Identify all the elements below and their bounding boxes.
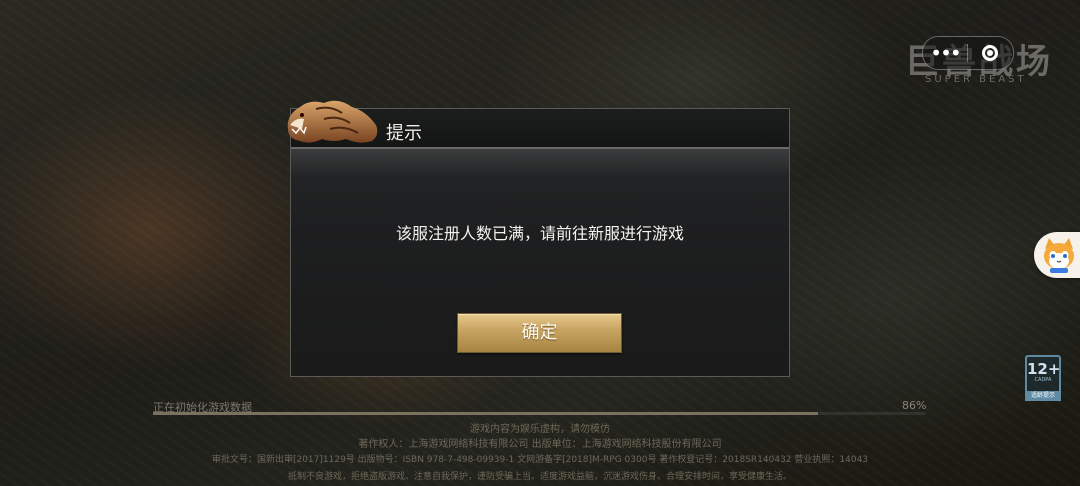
more-button[interactable]: ••• bbox=[923, 38, 967, 68]
age-rating-label: 适龄提示 bbox=[1025, 391, 1061, 401]
age-rating-value: 12+ bbox=[1027, 360, 1061, 378]
notice-dialog: 提示 该服注册人数已满，请前往新服进行游戏 确定 bbox=[290, 108, 790, 377]
confirm-button[interactable]: 确定 bbox=[457, 313, 622, 353]
dialog-message: 该服注册人数已满，请前往新服进行游戏 bbox=[395, 224, 684, 243]
loading-progress-fill bbox=[153, 412, 818, 415]
mini-program-capsule: ••• bbox=[922, 36, 1014, 70]
footer-publisher: 著作权人：上海游戏网络科技有限公司 出版单位：上海游戏网络科技股份有限公司 bbox=[358, 439, 722, 450]
age-rating-org: CADPA bbox=[1034, 377, 1052, 383]
loading-percent: 86% bbox=[902, 399, 927, 412]
loading-progress-bar bbox=[153, 412, 926, 415]
footer-health-advice: 抵制不良游戏，拒绝盗版游戏。注意自我保护，谨防受骗上当。适度游戏益脑，沉迷游戏伤… bbox=[287, 472, 792, 482]
logo-subtitle: SUPER BEAST bbox=[925, 74, 1027, 85]
assistant-cat-icon[interactable] bbox=[1034, 232, 1080, 278]
dialog-title: 提示 bbox=[386, 123, 422, 144]
close-button[interactable] bbox=[968, 45, 1012, 61]
close-icon bbox=[982, 45, 998, 61]
dialog-sheen bbox=[291, 149, 789, 177]
footer-approval: 审批文号：国新出审[2017]1129号 出版物号：ISBN 978-7-498… bbox=[211, 455, 869, 465]
footer-notice: 游戏内容为娱乐虚构，请勿模仿 bbox=[470, 424, 610, 435]
beast-emblem-icon bbox=[287, 100, 378, 143]
age-rating-badge: 12+ CADPA 适龄提示 bbox=[1025, 355, 1061, 401]
